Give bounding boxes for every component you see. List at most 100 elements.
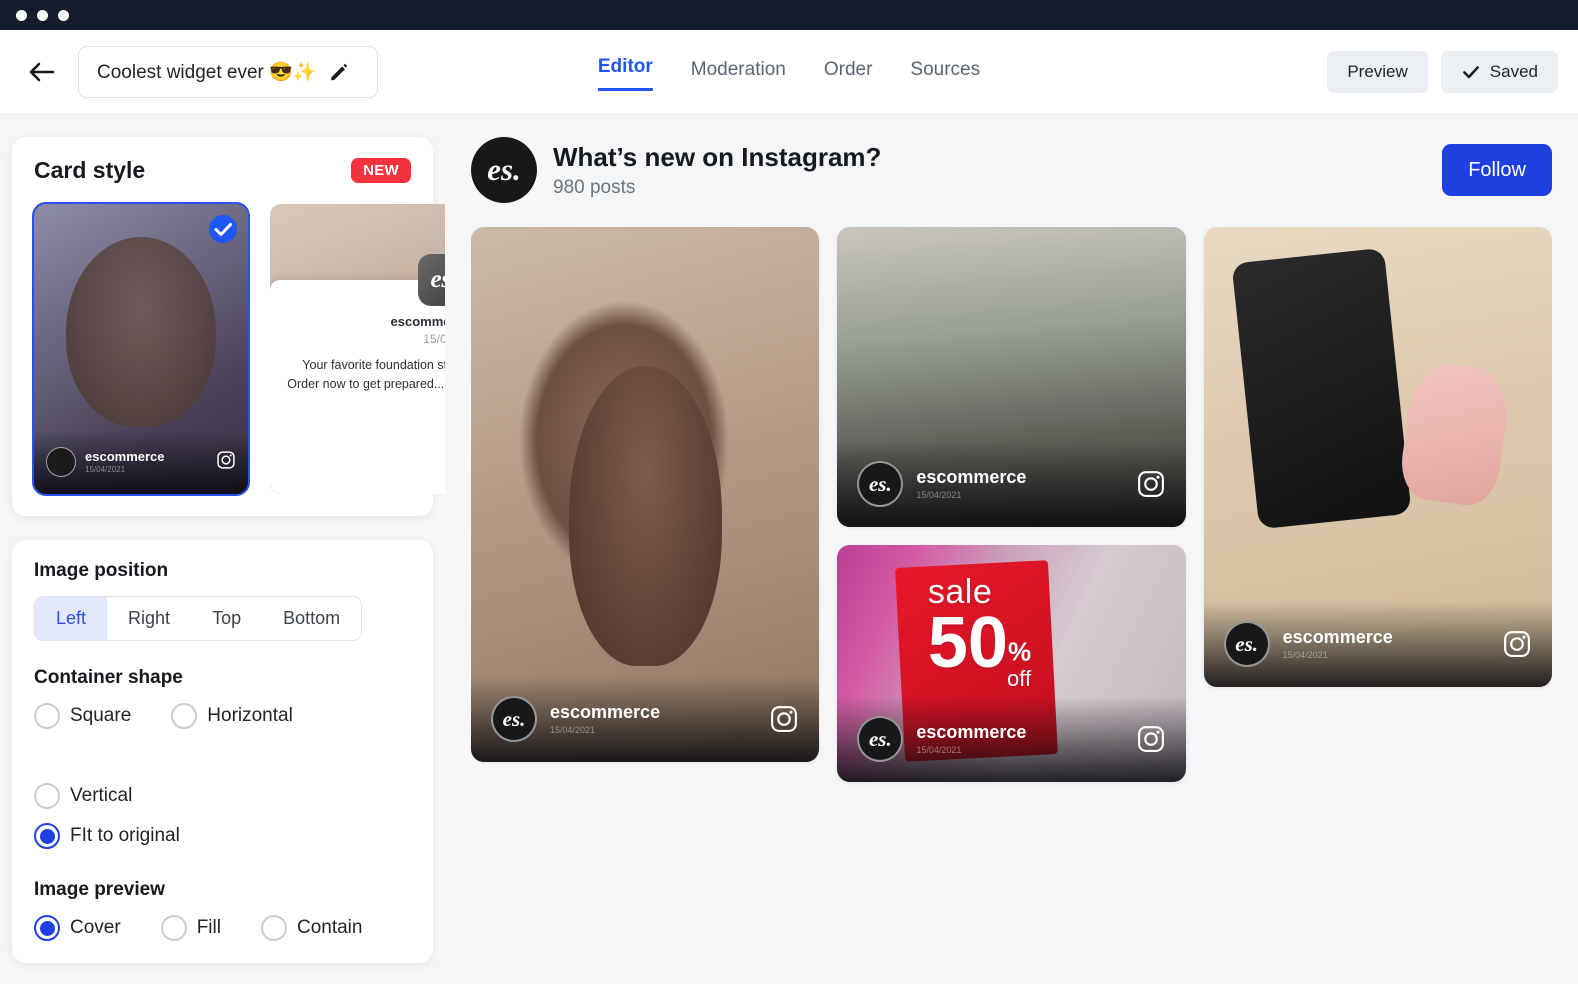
container-shape-fit-to-original[interactable]: FIt to original bbox=[34, 823, 411, 849]
image-position-title: Image position bbox=[34, 560, 169, 581]
layout-settings-panel: Image position Left Right Top Bottom Con… bbox=[12, 540, 433, 963]
avatar: es. bbox=[857, 461, 904, 507]
feed-header-text: What’s new on Instagram? 980 posts bbox=[553, 141, 881, 199]
post-grid: es. escommerce 15/04/2021 es. escommerce… bbox=[471, 227, 1552, 984]
image-preview-cover[interactable]: Cover bbox=[34, 915, 121, 941]
preview-button[interactable]: Preview bbox=[1327, 51, 1428, 93]
radio-icon[interactable] bbox=[160, 915, 187, 941]
window-control-close[interactable] bbox=[16, 9, 27, 21]
post-footer: es. escommerce 15/04/2021 bbox=[837, 441, 1186, 527]
check-circle-icon bbox=[208, 214, 238, 249]
overlay-date: 15/04/2021 bbox=[85, 464, 126, 474]
saved-button[interactable]: Saved bbox=[1440, 51, 1558, 93]
instagram-icon[interactable] bbox=[1136, 469, 1166, 499]
image-position-left[interactable]: Left bbox=[35, 597, 108, 640]
image-position-segmented: Left Right Top Bottom bbox=[34, 596, 363, 641]
instagram-icon[interactable] bbox=[1502, 629, 1532, 659]
app-body: Card style NEW escommerce 15/04/2021 e e… bbox=[0, 115, 1578, 984]
instagram-icon[interactable] bbox=[1136, 724, 1166, 754]
instagram-icon[interactable] bbox=[769, 704, 799, 734]
check-icon bbox=[1462, 66, 1479, 79]
new-badge: NEW bbox=[351, 158, 411, 183]
radio-icon[interactable] bbox=[171, 703, 198, 729]
post-date: 15/04/2021 bbox=[916, 745, 962, 756]
overlay-meta: escommerce 15/04/2021 bbox=[85, 448, 165, 474]
image-position-right[interactable]: Right bbox=[107, 597, 192, 640]
image-preview-fill[interactable]: Fill bbox=[160, 915, 221, 941]
caption-username: escommerce bbox=[390, 314, 446, 329]
radio-icon[interactable] bbox=[260, 915, 287, 941]
widget-preview: es. What’s new on Instagram? 980 posts F… bbox=[445, 115, 1578, 984]
card-style-option-caption[interactable]: es. escommerce 15/04/20 Your favorite fo… bbox=[270, 204, 445, 494]
radio-icon[interactable] bbox=[34, 703, 60, 729]
post-date: 15/04/2021 bbox=[916, 490, 962, 501]
settings-sidebar: Card style NEW escommerce 15/04/2021 e e… bbox=[0, 115, 445, 984]
post-meta: escommerce 15/04/2021 bbox=[1283, 627, 1393, 661]
image-position-top[interactable]: Top bbox=[191, 597, 263, 640]
container-shape-horizontal[interactable]: Horizontal bbox=[171, 703, 293, 729]
avatar: es. bbox=[1223, 621, 1270, 667]
sale-percent: % bbox=[1007, 637, 1032, 668]
container-shape-vertical[interactable]: Vertical bbox=[34, 783, 132, 809]
post-date: 15/04/2021 bbox=[1282, 650, 1328, 661]
main-tabs: Editor Moderation Order Sources bbox=[597, 56, 980, 91]
radio-icon[interactable] bbox=[34, 915, 60, 941]
container-shape-title: Container shape bbox=[34, 667, 183, 688]
container-shape-square-label: Square bbox=[70, 705, 132, 726]
post-username: escommerce bbox=[916, 721, 1027, 742]
post-meta: escommerce 15/04/2021 bbox=[916, 467, 1026, 501]
preview-label: Preview bbox=[1347, 62, 1408, 81]
pencil-icon[interactable] bbox=[326, 59, 352, 85]
post-username: escommerce bbox=[916, 466, 1027, 487]
card-style-option-overlay[interactable]: escommerce escommerce 15/04/2021 bbox=[32, 202, 250, 496]
sale-graphic: sale 50% off bbox=[928, 573, 1031, 691]
radio-icon[interactable] bbox=[34, 783, 60, 809]
post-username: escommerce bbox=[1282, 626, 1393, 647]
post-card-sale[interactable]: sale 50% off es. escommerce 15/04/2021 bbox=[837, 545, 1186, 782]
card-style-options: escommerce escommerce 15/04/2021 bbox=[32, 202, 445, 496]
widget-title-field[interactable]: Coolest widget ever 😎✨ bbox=[78, 46, 378, 98]
avatar: es. bbox=[857, 716, 904, 762]
image-preview-contain-label: Contain bbox=[296, 917, 363, 938]
arrow-left-icon bbox=[29, 62, 55, 82]
image-position-bottom[interactable]: Bottom bbox=[262, 597, 362, 640]
back-button[interactable] bbox=[22, 52, 62, 92]
widget-title-text: Coolest widget ever 😎✨ bbox=[97, 62, 317, 83]
avatar: escommerce bbox=[46, 447, 76, 477]
window-control-maximize[interactable] bbox=[58, 9, 69, 21]
caption-date: 15/04/20 bbox=[423, 332, 445, 346]
caption-body: Your favorite foundation stock. Order no… bbox=[287, 358, 445, 391]
image-preview-contain[interactable]: Contain bbox=[260, 915, 363, 941]
feed-title: What’s new on Instagram? bbox=[553, 142, 882, 173]
feed-header: es. What’s new on Instagram? 980 posts F… bbox=[471, 137, 1552, 203]
post-meta: escommerce 15/04/2021 bbox=[916, 722, 1026, 756]
instagram-icon bbox=[216, 450, 236, 475]
image-preview-title: Image preview bbox=[34, 879, 165, 900]
card-style-header: Card style NEW bbox=[34, 157, 411, 184]
window-control-minimize[interactable] bbox=[37, 9, 48, 21]
overlay-username: escommerce bbox=[85, 448, 165, 464]
card-style-overlay-footer: escommerce escommerce 15/04/2021 bbox=[34, 430, 248, 494]
image-preview-fill-label: Fill bbox=[196, 917, 221, 938]
app-window: Coolest widget ever 😎✨ Editor Moderation… bbox=[0, 0, 1578, 984]
image-preview-cover-label: Cover bbox=[70, 917, 121, 938]
post-footer: es. escommerce 15/04/2021 bbox=[471, 676, 820, 762]
tab-moderation[interactable]: Moderation bbox=[691, 59, 786, 91]
container-shape-fit-label: FIt to original bbox=[70, 825, 180, 846]
container-shape-horizontal-label: Horizontal bbox=[207, 705, 293, 726]
post-card-storefront[interactable]: es. escommerce 15/04/2021 bbox=[837, 227, 1186, 527]
post-card-portrait[interactable]: es. escommerce 15/04/2021 bbox=[471, 227, 820, 762]
container-shape-square[interactable]: Square bbox=[34, 703, 131, 729]
post-card-shoes[interactable]: es. escommerce 15/04/2021 bbox=[1203, 227, 1552, 687]
tab-order[interactable]: Order bbox=[824, 59, 873, 91]
tab-sources[interactable]: Sources bbox=[910, 59, 980, 91]
app-header: Coolest widget ever 😎✨ Editor Moderation… bbox=[0, 30, 1578, 115]
header-actions: Preview Saved bbox=[1327, 51, 1558, 93]
radio-icon[interactable] bbox=[34, 823, 60, 849]
tab-editor[interactable]: Editor bbox=[597, 56, 653, 91]
follow-button[interactable]: Follow bbox=[1442, 144, 1552, 196]
sale-number: 50 bbox=[927, 603, 1008, 684]
container-shape-vertical-label: Vertical bbox=[70, 785, 133, 806]
avatar: es. bbox=[471, 137, 537, 203]
